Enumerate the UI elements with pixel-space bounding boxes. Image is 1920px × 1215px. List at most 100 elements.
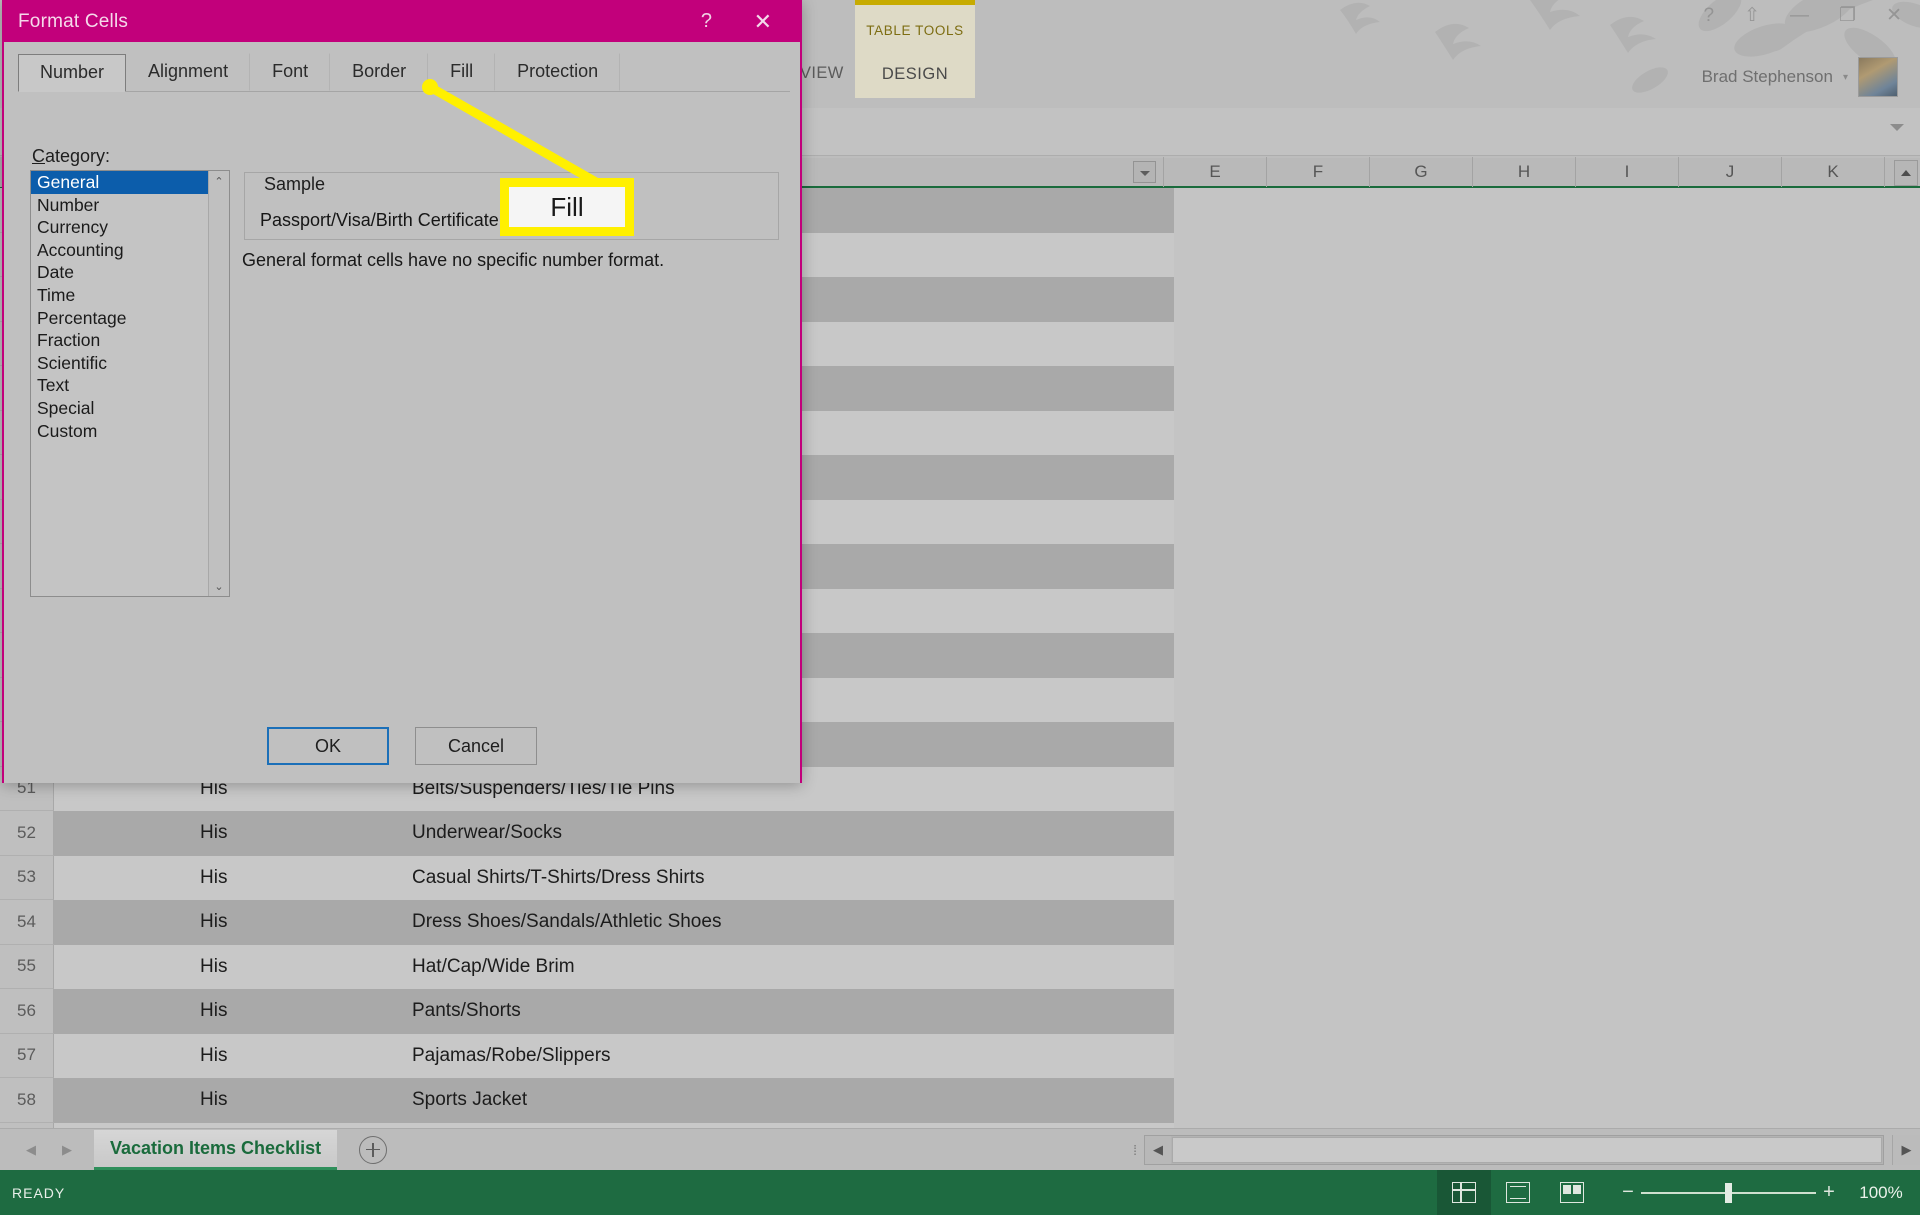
- sheet-tab-vacation-items-checklist[interactable]: Vacation Items Checklist: [94, 1129, 338, 1170]
- filter-dropdown-icon[interactable]: [1133, 161, 1156, 183]
- zoom-in-button[interactable]: +: [1816, 1181, 1842, 1204]
- cell-item[interactable]: Pajamas/Robe/Slippers: [384, 1033, 1174, 1078]
- ribbon-display-options-icon[interactable]: ⇧: [1744, 6, 1760, 25]
- horizontal-scrollbar[interactable]: ◀: [1144, 1134, 1884, 1165]
- column-header-k[interactable]: K: [1782, 157, 1885, 187]
- cell-item[interactable]: Hat/Cap/Wide Brim: [384, 944, 1174, 989]
- sheet-tab-bar[interactable]: ◀ ▶ Vacation Items Checklist ⁞ ◀ ▶: [0, 1128, 1920, 1170]
- category-item-general[interactable]: General: [31, 171, 208, 194]
- cell-check[interactable]: [54, 989, 172, 1034]
- column-header-f[interactable]: F: [1267, 157, 1370, 187]
- dialog-tab-protection[interactable]: Protection: [495, 53, 621, 91]
- column-header-h[interactable]: H: [1473, 157, 1576, 187]
- category-scrollbar[interactable]: ⌃ ⌄: [208, 171, 229, 596]
- dialog-tab-strip[interactable]: Number Alignment Font Border Fill Protection: [18, 52, 790, 92]
- cell-owner[interactable]: His: [172, 989, 384, 1034]
- category-list[interactable]: General Number Currency Accounting Date Time P…: [31, 171, 208, 596]
- dialog-tab-border[interactable]: Border: [330, 53, 429, 91]
- avatar[interactable]: [1858, 57, 1898, 97]
- category-label: Category:: [32, 146, 110, 167]
- dialog-tab-alignment[interactable]: Alignment: [126, 53, 251, 91]
- row-header[interactable]: 52: [0, 811, 54, 856]
- category-item-time[interactable]: Time: [31, 284, 208, 307]
- sheet-navigation-arrows[interactable]: ◀ ▶: [0, 1142, 94, 1158]
- row-header[interactable]: 53: [0, 855, 54, 900]
- zoom-slider-thumb[interactable]: [1725, 1183, 1732, 1203]
- category-item-accounting[interactable]: Accounting: [31, 239, 208, 262]
- scroll-up-icon[interactable]: ⌃: [209, 171, 229, 191]
- row-header[interactable]: 56: [0, 989, 54, 1034]
- cell-check[interactable]: [54, 855, 172, 900]
- cell-item[interactable]: Casual Shirts/T-Shirts/Dress Shirts: [384, 855, 1174, 900]
- category-item-percentage[interactable]: Percentage: [31, 307, 208, 330]
- cell-item[interactable]: Pants/Shorts: [384, 989, 1174, 1034]
- row-header[interactable]: 55: [0, 944, 54, 989]
- format-cells-dialog[interactable]: Format Cells ? ✕ Number Alignment Font Bord…: [2, 0, 802, 783]
- column-header-i[interactable]: I: [1576, 157, 1679, 187]
- dialog-tab-number[interactable]: Number: [18, 54, 127, 92]
- ribbon-tab-design[interactable]: DESIGN: [855, 65, 975, 84]
- dialog-title-bar[interactable]: Format Cells ? ✕: [4, 2, 800, 42]
- cell-check[interactable]: [54, 1033, 172, 1078]
- chevron-down-icon-formula-bar[interactable]: [1890, 124, 1904, 131]
- close-icon[interactable]: ✕: [754, 9, 772, 35]
- ok-button[interactable]: OK: [267, 727, 389, 765]
- chevron-down-icon[interactable]: ▾: [1843, 72, 1848, 83]
- row-header[interactable]: 58: [0, 1078, 54, 1123]
- category-item-currency[interactable]: Currency: [31, 216, 208, 239]
- column-header-j[interactable]: J: [1679, 157, 1782, 187]
- cell-check[interactable]: [54, 1078, 172, 1123]
- cell-owner[interactable]: His: [172, 1033, 384, 1078]
- category-item-scientific[interactable]: Scientific: [31, 352, 208, 375]
- scroll-left-icon[interactable]: ◀: [1145, 1135, 1171, 1164]
- help-icon[interactable]: ?: [1704, 6, 1715, 25]
- category-item-number[interactable]: Number: [31, 194, 208, 217]
- vertical-scroll-up-button[interactable]: [1894, 160, 1918, 186]
- scroll-down-icon[interactable]: ⌄: [209, 576, 229, 596]
- zoom-slider[interactable]: [1641, 1170, 1816, 1215]
- zoom-out-button[interactable]: −: [1615, 1181, 1641, 1204]
- page-break-preview-button[interactable]: [1545, 1170, 1599, 1215]
- empty-grid-region[interactable]: [1174, 188, 1920, 1128]
- close-window-icon[interactable]: ✕: [1886, 6, 1902, 25]
- normal-view-button[interactable]: [1437, 1170, 1491, 1215]
- row-header[interactable]: 57: [0, 1033, 54, 1078]
- zoom-control[interactable]: − +: [1615, 1170, 1842, 1215]
- previous-sheet-icon[interactable]: ◀: [26, 1142, 36, 1158]
- minimize-icon[interactable]: —: [1790, 6, 1809, 25]
- category-item-special[interactable]: Special: [31, 397, 208, 420]
- category-item-text[interactable]: Text: [31, 374, 208, 397]
- cell-owner[interactable]: His: [172, 1078, 384, 1123]
- cell-item[interactable]: Dress Shoes/Sandals/Athletic Shoes: [384, 900, 1174, 945]
- zoom-level-label[interactable]: 100%: [1842, 1183, 1920, 1203]
- horizontal-scroll-thumb[interactable]: [1172, 1136, 1882, 1163]
- cell-check[interactable]: [54, 944, 172, 989]
- cancel-button[interactable]: Cancel: [415, 727, 537, 765]
- category-item-date[interactable]: Date: [31, 261, 208, 284]
- cell-owner[interactable]: His: [172, 855, 384, 900]
- column-header-e[interactable]: E: [1164, 157, 1267, 187]
- cell-check[interactable]: [54, 811, 172, 856]
- cell-owner[interactable]: His: [172, 811, 384, 856]
- row-header[interactable]: 54: [0, 900, 54, 945]
- page-layout-view-button[interactable]: [1491, 1170, 1545, 1215]
- cell-item[interactable]: Sports Jacket: [384, 1078, 1174, 1123]
- cell-item[interactable]: Underwear/Socks: [384, 811, 1174, 856]
- category-listbox[interactable]: General Number Currency Accounting Date Time P…: [30, 170, 230, 597]
- column-header-g[interactable]: G: [1370, 157, 1473, 187]
- split-handle[interactable]: ⁞: [1133, 1142, 1138, 1158]
- dialog-tab-font[interactable]: Font: [250, 53, 331, 91]
- category-item-fraction[interactable]: Fraction: [31, 329, 208, 352]
- restore-icon[interactable]: ❐: [1839, 6, 1856, 25]
- cell-check[interactable]: [54, 900, 172, 945]
- scroll-right-icon[interactable]: ▶: [1892, 1134, 1920, 1165]
- add-sheet-icon[interactable]: [359, 1135, 388, 1164]
- cell-owner[interactable]: His: [172, 944, 384, 989]
- cell-owner[interactable]: His: [172, 900, 384, 945]
- user-account-area[interactable]: Brad Stephenson ▾: [1702, 57, 1898, 97]
- help-icon[interactable]: ?: [701, 10, 712, 33]
- dialog-tab-fill[interactable]: Fill: [428, 53, 496, 91]
- window-control-buttons[interactable]: ? ⇧ — ❐ ✕: [1704, 6, 1902, 25]
- next-sheet-icon[interactable]: ▶: [62, 1142, 72, 1158]
- category-item-custom[interactable]: Custom: [31, 420, 208, 443]
